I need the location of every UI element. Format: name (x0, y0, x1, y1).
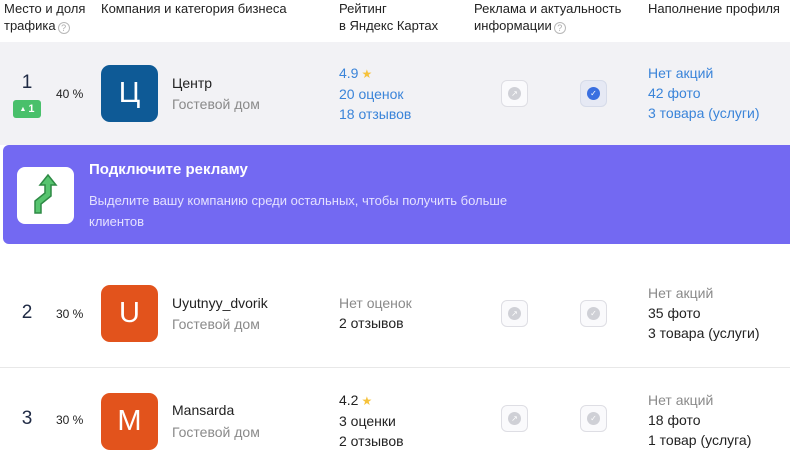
table-row: 1 ▲ 1 40 % Ц Центр Гостевой дом 4.9 ★ 20 о… (0, 42, 790, 145)
info-actual-icon[interactable]: ✓ (580, 80, 607, 107)
rocket-icon: ↗ (508, 307, 521, 320)
company-logo[interactable]: Ц (101, 65, 158, 122)
promos-text: Нет акций (648, 285, 714, 301)
reviews-link[interactable]: 18 отзывов (339, 104, 411, 124)
promo-title: Подключите рекламу (89, 161, 248, 178)
company-category: Гостевой дом (172, 316, 260, 332)
profile-block: Нет акций 35 фото 3 товара (услуги) (648, 283, 760, 343)
traffic-share: 40 % (56, 87, 84, 101)
company-name[interactable]: Центр (172, 75, 212, 91)
traffic-share: 30 % (56, 307, 84, 321)
rating-block: Нет оценок 2 отзывов (339, 293, 412, 333)
info-actual-icon[interactable]: ✓ (580, 405, 607, 432)
help-icon[interactable]: ? (553, 22, 566, 34)
ratings-count-text: 3 оценки (339, 413, 396, 429)
help-icon[interactable]: ? (57, 22, 70, 34)
reviews-text: 2 отзывов (339, 433, 404, 449)
company-logo[interactable]: U (101, 285, 158, 342)
rating-value: 4.2 (339, 392, 359, 408)
promos-link[interactable]: Нет акций (648, 63, 760, 83)
growth-arrow-icon (17, 167, 74, 224)
reviews-text: 2 отзывов (339, 315, 404, 331)
table-row: 2 30 % U Uyutnyy_dvorik Гостевой дом Нет… (0, 260, 790, 368)
company-category: Гостевой дом (172, 96, 260, 112)
company-logo[interactable]: M (101, 393, 158, 450)
rocket-icon: ↗ (508, 87, 521, 100)
promo-text: Выделите вашу компанию среди остальных, … (89, 193, 508, 229)
check-icon: ✓ (587, 87, 600, 100)
place-number: 1 (21, 72, 33, 93)
header-ads: Реклама и актуальность информации? (474, 1, 622, 34)
table-header: Место и доля трафика? Компания и категор… (0, 0, 790, 42)
check-icon: ✓ (587, 307, 600, 320)
profile-block: Нет акций 18 фото 1 товар (услуга) (648, 390, 751, 450)
ads-status-icon[interactable]: ↗ (501, 80, 528, 107)
rating-value: 4.9 (339, 65, 359, 81)
company-name[interactable]: Uyutnyy_dvorik (172, 295, 268, 311)
header-rating: Рейтинг в Яндекс Картах (339, 1, 439, 33)
rating-block: 4.2 ★ 3 оценки 2 отзывов (339, 390, 404, 451)
place-number: 2 (21, 302, 33, 323)
promos-text: Нет акций (648, 392, 714, 408)
position-change-badge: ▲ 1 (13, 100, 41, 118)
company-name[interactable]: Mansarda (172, 402, 234, 418)
star-icon: ★ (361, 67, 373, 81)
profile-block: Нет акций 42 фото 3 товара (услуги) (648, 63, 760, 123)
table-row: 3 30 % M Mansarda Гостевой дом 4.2 ★ 3 оц… (0, 368, 790, 470)
triangle-up-icon: ▲ (19, 106, 27, 113)
header-company: Компания и категория бизнеса (101, 1, 287, 16)
traffic-share: 30 % (56, 413, 84, 427)
ads-status-icon[interactable]: ↗ (501, 300, 528, 327)
header-profile: Наполнение профиля (648, 1, 780, 16)
ad-promo-banner[interactable]: Подключите рекламу Выделите вашу компани… (3, 145, 790, 244)
info-actual-icon[interactable]: ✓ (580, 300, 607, 327)
ratings-count-link[interactable]: 20 оценок (339, 84, 411, 104)
no-rating-text: Нет оценок (339, 295, 412, 311)
rating-block: 4.9 ★ 20 оценок 18 отзывов (339, 63, 411, 124)
check-icon: ✓ (587, 412, 600, 425)
goods-text: 3 товара (услуги) (648, 325, 760, 341)
ads-status-icon[interactable]: ↗ (501, 405, 528, 432)
goods-text: 1 товар (услуга) (648, 432, 752, 448)
star-icon: ★ (361, 394, 373, 408)
photos-text: 18 фото (648, 412, 701, 428)
photos-link[interactable]: 42 фото (648, 83, 760, 103)
header-place-share: Место и доля трафика? (4, 1, 86, 34)
rocket-icon: ↗ (508, 412, 521, 425)
photos-text: 35 фото (648, 305, 701, 321)
goods-link[interactable]: 3 товара (услуги) (648, 103, 760, 123)
company-category: Гостевой дом (172, 424, 260, 440)
place-number: 3 (21, 408, 33, 429)
